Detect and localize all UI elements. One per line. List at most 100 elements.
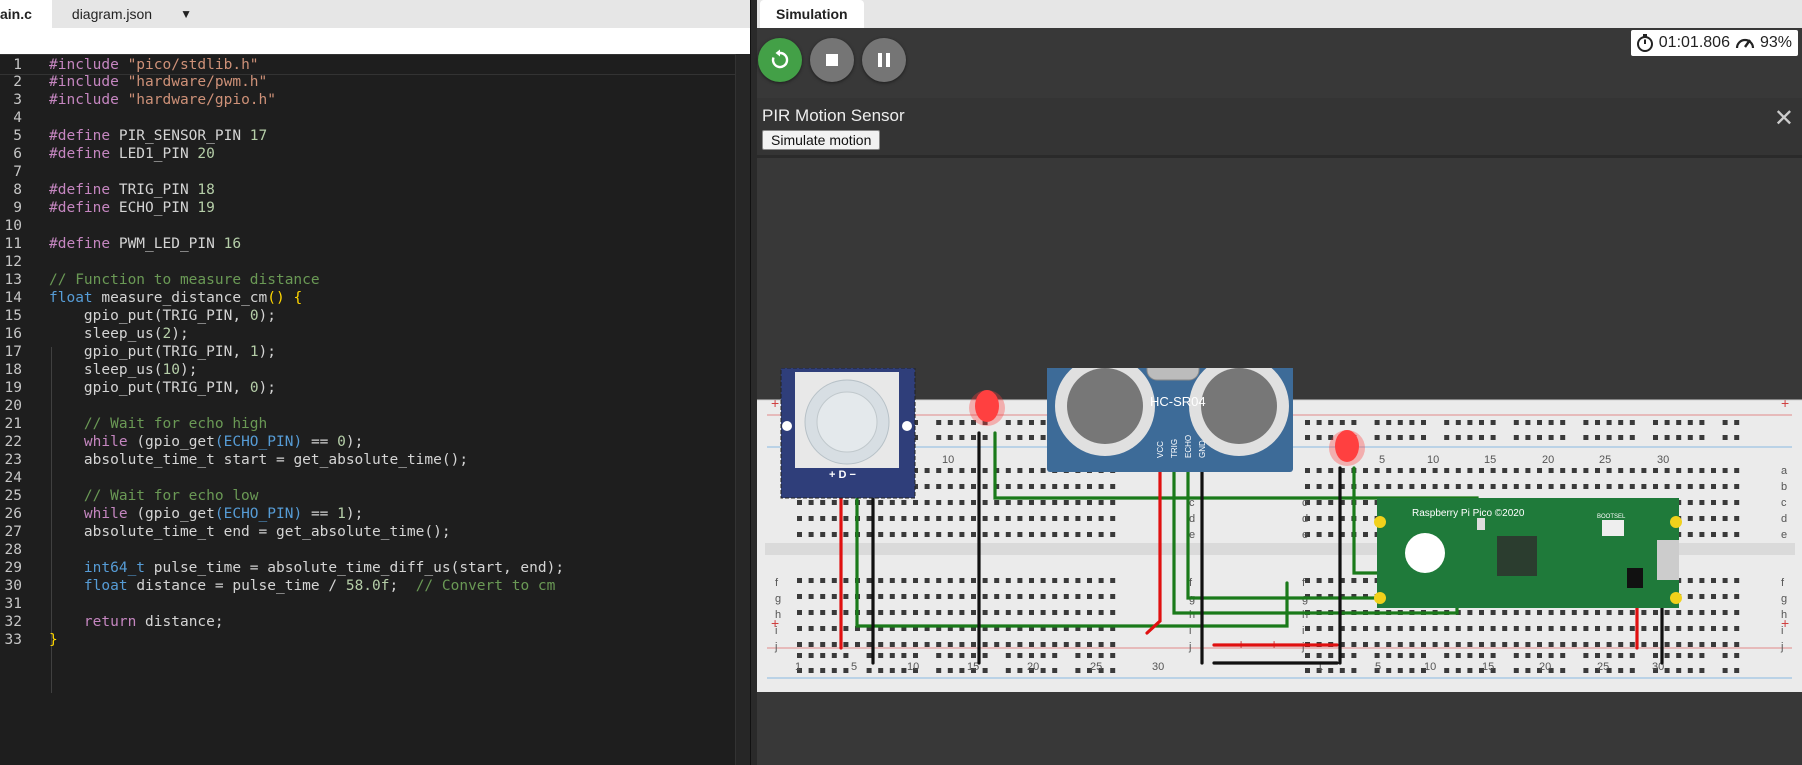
breadboard-hole xyxy=(1722,578,1728,583)
breadboard-hole xyxy=(1479,420,1484,425)
breadboard-hole xyxy=(1641,484,1647,489)
code-token: ( xyxy=(136,434,146,450)
breadboard-hole xyxy=(808,626,814,631)
breadboard-hole xyxy=(1386,484,1392,489)
breadboard-hole xyxy=(947,668,953,673)
breadboard-hole xyxy=(1017,500,1023,505)
breadboard-hole xyxy=(1005,435,1011,440)
simulation-canvas[interactable]: 01:01.806 93% PIR Motion Sensor ✕ Simula… xyxy=(757,28,1802,765)
pause-button[interactable] xyxy=(862,38,906,82)
stop-button[interactable] xyxy=(810,38,854,82)
breadboard-hole xyxy=(1087,610,1092,615)
breadboard-hole xyxy=(994,594,1000,599)
code-token: pulse_time = xyxy=(153,560,259,576)
breadboard-hole xyxy=(1444,653,1450,658)
breadboard-hole xyxy=(1455,420,1461,425)
breadboard-hole xyxy=(1676,653,1682,658)
breadboard-hole xyxy=(866,668,872,673)
breadboard-hole xyxy=(1583,435,1589,440)
breadboard-hole xyxy=(1017,484,1023,489)
circuit-diagram[interactable]: 10 5 10 15 20 25 30 1 5 10 15 20 25 30 1… xyxy=(757,368,1802,708)
breadboard-hole xyxy=(913,594,918,599)
led-1[interactable] xyxy=(969,390,1005,426)
breadboard-hole xyxy=(982,516,988,521)
breadboard-hole xyxy=(1351,578,1357,583)
breadboard-hole xyxy=(1017,468,1023,473)
breadboard-hole xyxy=(982,532,988,537)
breadboard-hole xyxy=(1548,484,1554,489)
breadboard-hole xyxy=(971,642,976,647)
breadboard-hole xyxy=(1699,642,1705,647)
tab-menu-dropdown-icon[interactable]: ▼ xyxy=(172,0,200,28)
breadboard-hole xyxy=(982,610,988,615)
breadboard-hole xyxy=(831,532,837,537)
plus-rail-icon: + xyxy=(1781,615,1789,631)
breadboard-hole xyxy=(1525,610,1531,615)
raspberry-pi-pico[interactable]: Raspberry Pi Pico ©2020 BOOTSEL xyxy=(1374,498,1682,608)
breadboard-hole xyxy=(1087,484,1092,489)
tab-simulation[interactable]: Simulation xyxy=(760,0,864,28)
sim-speed: 93% xyxy=(1759,34,1792,51)
led-2[interactable] xyxy=(1329,430,1365,466)
breadboard-hole xyxy=(947,532,953,537)
pause-icon xyxy=(878,53,890,67)
breadboard-hole xyxy=(1421,642,1426,647)
code-token: "pico/stdlib.h" xyxy=(127,57,259,73)
pir-sensor-panel: PIR Motion Sensor ✕ Simulate motion xyxy=(757,98,1802,158)
tab-diagram-json[interactable]: diagram.json xyxy=(52,0,172,28)
breadboard-hole xyxy=(1005,516,1011,521)
row-label: a xyxy=(1781,465,1788,477)
simulate-motion-button[interactable]: Simulate motion xyxy=(762,130,881,150)
breadboard-hole xyxy=(1305,468,1310,473)
tab-main-c[interactable]: ain.c xyxy=(0,0,52,28)
breadboard-hole xyxy=(1110,578,1116,583)
breadboard-hole xyxy=(1595,484,1600,489)
hcsr04-label: HC-SR04 xyxy=(1150,394,1206,409)
col-label: 15 xyxy=(1484,454,1496,466)
raspberry-logo-icon xyxy=(1405,533,1445,573)
breadboard-hole xyxy=(1513,642,1519,647)
code-token: distance; xyxy=(145,614,224,630)
code-token: 0 xyxy=(249,308,259,324)
breadboard-hole xyxy=(1583,420,1589,425)
breadboard-hole xyxy=(1087,594,1092,599)
breadboard-hole xyxy=(889,642,895,647)
breadboard-hole xyxy=(878,653,884,658)
breadboard-hole xyxy=(889,516,895,521)
code-text-area[interactable]: 1 #include "pico/stdlib.h" 2 #include "har… xyxy=(0,54,735,765)
breadboard-hole xyxy=(831,500,837,505)
breadboard-hole xyxy=(1653,420,1658,425)
breadboard-hole xyxy=(1687,626,1693,631)
row-label: h xyxy=(1302,609,1308,621)
code-token: #define xyxy=(49,200,111,216)
breadboard-hole xyxy=(1537,420,1542,425)
breadboard-hole xyxy=(843,578,849,583)
breadboard-hole xyxy=(1029,594,1034,599)
editor-scrollbar[interactable] xyxy=(735,54,750,765)
breadboard-hole xyxy=(1421,653,1426,658)
breadboard-hole xyxy=(947,594,953,599)
breadboard-hole xyxy=(936,668,942,673)
breadboard-hole xyxy=(1110,532,1116,537)
breadboard-hole xyxy=(971,516,976,521)
restart-button[interactable] xyxy=(758,38,802,82)
breadboard-hole xyxy=(1629,484,1635,489)
breadboard-hole xyxy=(1374,484,1380,489)
breadboard-hole xyxy=(1699,468,1705,473)
pane-resize-handle[interactable] xyxy=(750,0,757,765)
breadboard-hole xyxy=(1699,420,1705,425)
col-label: 10 xyxy=(907,661,919,673)
breadboard-hole xyxy=(1386,435,1392,440)
breadboard-hole xyxy=(1734,578,1740,583)
pir-motion-sensor[interactable]: + D − xyxy=(780,368,916,499)
col-label: 5 xyxy=(851,661,857,673)
breadboard-hole xyxy=(1687,484,1693,489)
breadboard-hole xyxy=(1040,642,1046,647)
code-token: while xyxy=(83,434,128,450)
bootsel-button[interactable] xyxy=(1602,520,1624,536)
close-icon[interactable]: ✕ xyxy=(1774,104,1794,133)
breadboard-hole xyxy=(1653,642,1658,647)
breadboard-hole xyxy=(1316,532,1322,537)
breadboard-hole xyxy=(1653,484,1658,489)
ultrasonic-sensor[interactable]: HC-SR04 VCC TRIG ECHO GND xyxy=(1047,368,1293,472)
